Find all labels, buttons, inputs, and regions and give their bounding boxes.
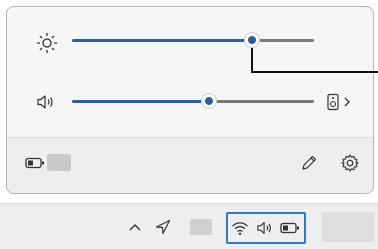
volume-slider[interactable]	[72, 91, 316, 113]
speaker-icon	[37, 95, 53, 109]
screenshot-frame	[0, 0, 378, 249]
brightness-slider-thumb[interactable]	[244, 32, 260, 48]
system-tray-button[interactable]	[228, 214, 304, 242]
brightness-slider-track	[252, 39, 314, 42]
clock-redacted[interactable]	[322, 212, 374, 242]
battery-icon	[25, 157, 44, 169]
chevron-up-icon[interactable]	[128, 222, 142, 232]
callout-line-vertical	[251, 48, 253, 72]
volume-slider-fill	[72, 100, 209, 103]
brightness-sun-icon	[36, 32, 58, 54]
brightness-slider[interactable]	[72, 30, 316, 52]
battery-percentage-redacted	[47, 154, 71, 171]
gear-icon[interactable]	[340, 153, 360, 173]
chevron-right-icon	[344, 97, 350, 107]
tray-icon-redacted	[190, 219, 212, 235]
speaker-icon	[257, 222, 271, 234]
pencil-icon[interactable]	[300, 154, 318, 172]
wifi-icon	[232, 222, 248, 235]
volume-slider-thumb[interactable]	[201, 93, 217, 109]
volume-slider-track	[209, 100, 314, 103]
audio-output-button[interactable]	[324, 91, 354, 113]
battery-icon	[280, 222, 299, 234]
audio-output-device-icon	[327, 93, 339, 111]
brightness-slider-fill	[72, 39, 252, 42]
callout-line-horizontal	[251, 71, 378, 73]
location-arrow-icon[interactable]	[154, 218, 172, 236]
